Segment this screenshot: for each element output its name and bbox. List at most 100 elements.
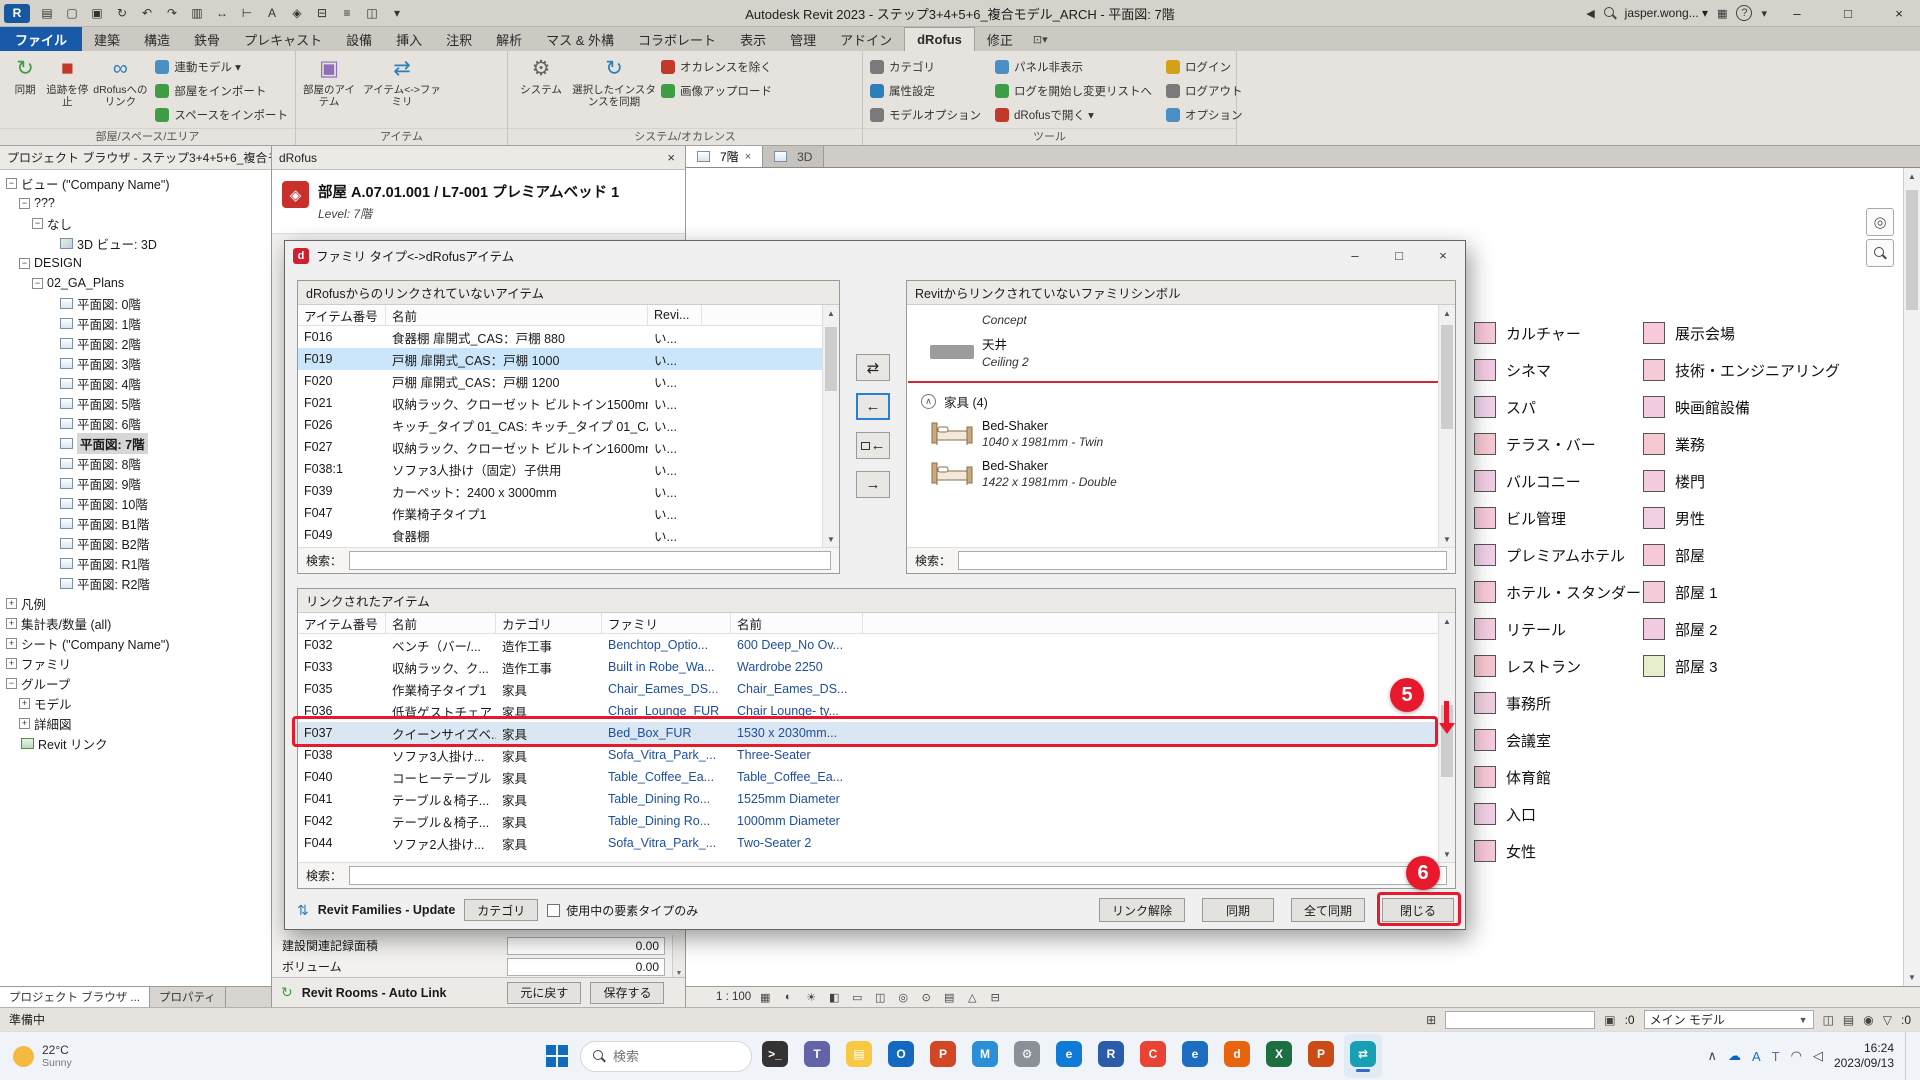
revit-logo[interactable]: R	[4, 4, 30, 23]
settings-app-icon[interactable]: ⚙	[1008, 1034, 1046, 1078]
drofus-panel-close-icon[interactable]: ×	[664, 150, 678, 165]
column-header[interactable]: ファミリ	[602, 613, 731, 633]
tree-item[interactable]: 平面図: 6階	[0, 413, 271, 433]
help-icon[interactable]: ?	[1736, 5, 1752, 21]
table-row[interactable]: F042テーブル＆椅子...家具Table_Dining Ro...1000mm…	[298, 810, 1438, 832]
filter-icon[interactable]: ▽	[1883, 1013, 1892, 1027]
ribbon-button[interactable]: スペースをインポート	[152, 103, 291, 127]
scroll-up-icon[interactable]: ▲	[823, 305, 839, 321]
in-use-only-checkbox[interactable]	[547, 904, 560, 917]
ribbon-tab-8[interactable]: 解析	[484, 27, 534, 51]
weather-widget[interactable]: 22°C Sunny	[0, 1043, 85, 1069]
tree-item[interactable]: 平面図: B2階	[0, 533, 271, 553]
ribbon-button[interactable]: ログイン	[1163, 55, 1246, 79]
main-model-select[interactable]: メイン モデル ▼	[1644, 1010, 1814, 1029]
scroll-thumb[interactable]	[825, 327, 837, 391]
column-header[interactable]: 名前	[386, 613, 496, 633]
tree-item[interactable]: 平面図: 7階	[0, 433, 271, 453]
project-browser-header[interactable]: プロジェクト ブラウザ - ステップ3+4+5+6_複合モデ...	[0, 146, 271, 170]
tree-item[interactable]: 平面図: 8階	[0, 453, 271, 473]
tree-item[interactable]: 平面図: 1階	[0, 313, 271, 333]
tree-item[interactable]: 平面図: R2階	[0, 573, 271, 593]
table-row[interactable]: F027収納ラック、クローゼット ビルトイン1600mmい...	[298, 436, 822, 458]
dialog-maximize-button[interactable]: □	[1377, 241, 1421, 270]
ribbon-button[interactable]: 部屋をインポート	[152, 79, 291, 103]
column-header[interactable]: 名前	[731, 613, 863, 633]
teams-app-icon[interactable]: T	[798, 1034, 836, 1078]
tree-item[interactable]: +詳細図	[0, 713, 271, 733]
active-sync-app-icon[interactable]: ⇄	[1344, 1034, 1382, 1078]
table-row[interactable]: F033収納ラック、ク...造作工事Built in Robe_Wa...War…	[298, 656, 1438, 678]
editable-only-icon[interactable]: ▣	[1604, 1013, 1615, 1027]
ribbon-tab-2[interactable]: 構造	[132, 27, 182, 51]
excel-app-icon[interactable]: X	[1260, 1034, 1298, 1078]
ribbon-button[interactable]: ログアウト	[1163, 79, 1246, 103]
dimension-icon[interactable]: ⊢	[235, 3, 259, 24]
hide-isolate-icon[interactable]: ◎	[894, 989, 912, 1005]
ribbon-button[interactable]: オプション	[1163, 103, 1246, 127]
expander-icon[interactable]: +	[6, 598, 17, 609]
tree-item[interactable]: +集計表/数量 (all)	[0, 613, 271, 633]
table-scrollbar[interactable]: ▲▼	[822, 305, 839, 547]
expander-icon[interactable]: +	[19, 718, 30, 729]
ribbon-button[interactable]: ↻同期	[4, 53, 46, 127]
sync-all-button[interactable]: 全て同期	[1291, 898, 1365, 922]
family-symbol-item[interactable]: Bed-Shaker1422 x 1981mm - Double	[907, 454, 1455, 494]
3d-view-icon[interactable]: ◈	[285, 3, 309, 24]
ribbon-button[interactable]: オカレンスを除く	[658, 55, 775, 79]
ribbon-button[interactable]: ⇄アイテム<->ファミリ	[358, 53, 446, 127]
linked-items-search-input[interactable]	[349, 866, 1447, 885]
ribbon-button[interactable]: パネル非表示	[992, 55, 1155, 79]
view-tab-close-icon[interactable]: ×	[745, 151, 751, 163]
scroll-up-icon[interactable]: ▲	[1439, 613, 1455, 629]
visual-style-icon[interactable]: ◐	[779, 989, 797, 1005]
column-header[interactable]: アイテム番号	[298, 613, 386, 633]
ribbon-tab-9[interactable]: マス & 外構	[534, 27, 626, 51]
property-value[interactable]: 0.00	[507, 937, 665, 955]
symbols-scrollbar[interactable]: ▲▼	[1438, 305, 1455, 547]
tree-item[interactable]: 平面図: 5階	[0, 393, 271, 413]
teams-tray-icon[interactable]: T	[1772, 1049, 1780, 1064]
ribbon-tab-1[interactable]: 建築	[82, 27, 132, 51]
search-icon[interactable]	[1604, 7, 1616, 19]
family-group-header[interactable]: ∧家具 (4)	[907, 383, 1455, 414]
show-desktop-button[interactable]	[1905, 1032, 1910, 1080]
print-icon[interactable]: ▥	[185, 3, 209, 24]
ribbon-tab-7[interactable]: 注釈	[434, 27, 484, 51]
table-row[interactable]: F032ベンチ（バー/...造作工事Benchtop_Optio...600 D…	[298, 634, 1438, 656]
powerpoint2-app-icon[interactable]: P	[1302, 1034, 1340, 1078]
view-tab-1[interactable]: 3D	[763, 146, 824, 167]
tree-item[interactable]: −02_GA_Plans	[0, 273, 271, 293]
steering-wheel-icon[interactable]: ◎	[1866, 208, 1894, 236]
back-arrow-icon[interactable]: ◀	[1586, 7, 1594, 20]
ribbon-tab-10[interactable]: コラボレート	[626, 27, 728, 51]
dialog-title-bar[interactable]: d ファミリ タイプ<->dRofusアイテム – □ ×	[285, 241, 1465, 270]
ribbon-tab-15[interactable]: 修正	[975, 27, 1025, 51]
ribbon-button[interactable]: ⚙システム	[512, 53, 570, 127]
terminal-app-icon[interactable]: >_	[756, 1034, 794, 1078]
select-elements-icon[interactable]: ◉	[1863, 1013, 1873, 1027]
powerpoint-app-icon[interactable]: P	[924, 1034, 962, 1078]
collapse-chevron-icon[interactable]: ∧	[921, 394, 936, 409]
temporary-view-icon[interactable]: ▤	[940, 989, 958, 1005]
onedrive-icon[interactable]: ☁	[1728, 1048, 1741, 1064]
undo-button[interactable]: 元に戻す	[507, 982, 581, 1004]
view-scale[interactable]: 1 : 100	[716, 991, 751, 1003]
column-header[interactable]: カテゴリ	[496, 613, 602, 633]
undo-icon[interactable]: ↶	[135, 3, 159, 24]
link-new-symbol-button[interactable]: ←	[856, 432, 890, 459]
tree-item[interactable]: −グループ	[0, 673, 271, 693]
column-header[interactable]: Revi...	[648, 305, 702, 325]
measure-icon[interactable]: ↔	[210, 3, 234, 24]
minimize-button[interactable]: –	[1776, 0, 1818, 27]
shadows-icon[interactable]: ◧	[825, 989, 843, 1005]
tree-item[interactable]: −???	[0, 193, 271, 213]
table-row[interactable]: F021収納ラック、クローゼット ビルトイン1500mmい...	[298, 392, 822, 414]
volume-icon[interactable]: ◁	[1813, 1048, 1823, 1064]
ribbon-button[interactable]: ■追跡を停止	[46, 53, 88, 127]
scroll-thumb[interactable]	[1441, 325, 1453, 429]
ribbon-tab-13[interactable]: アドイン	[828, 27, 904, 51]
ribbon-button[interactable]: ∞dRofusへのリンク	[88, 53, 152, 127]
ime-icon[interactable]: A	[1752, 1049, 1761, 1064]
ribbon-button[interactable]: ログを開始し変更リストへ	[992, 79, 1155, 103]
